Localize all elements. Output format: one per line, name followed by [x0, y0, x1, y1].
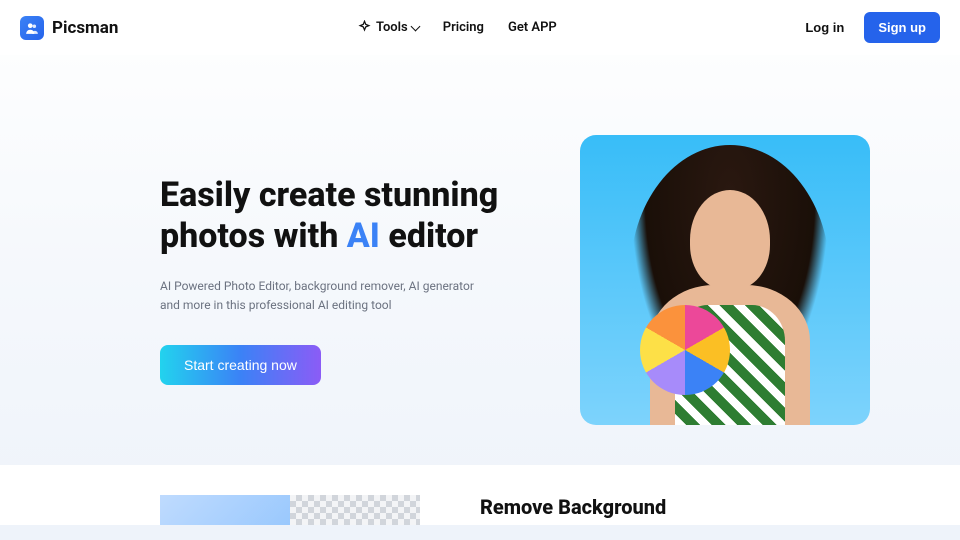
nav-tools-label: Tools [376, 20, 408, 35]
hero-copy: Easily create stunning photos with AI ed… [160, 175, 520, 385]
hero-image [580, 135, 870, 425]
chevron-down-icon [410, 21, 420, 31]
nav-pricing[interactable]: Pricing [443, 20, 484, 35]
nav-tools[interactable]: Tools [357, 20, 419, 35]
thumbnail-transparent [290, 495, 420, 525]
brand-logo[interactable]: Picsman [20, 16, 118, 40]
auth-buttons: Log in Sign up [795, 12, 940, 43]
feature-title: Remove Background [480, 495, 666, 519]
start-creating-button[interactable]: Start creating now [160, 345, 321, 385]
sparkle-icon [357, 20, 372, 35]
logo-icon [20, 16, 44, 40]
feature-section: Remove Background [0, 465, 960, 525]
hero-headline: Easily create stunning photos with AI ed… [160, 175, 520, 257]
brand-name: Picsman [52, 18, 118, 38]
hero-section: Easily create stunning photos with AI ed… [0, 55, 960, 465]
nav-getapp[interactable]: Get APP [508, 20, 557, 35]
main-nav: Tools Pricing Get APP [357, 20, 557, 35]
feature-thumbnail [160, 495, 420, 525]
signup-button[interactable]: Sign up [864, 12, 940, 43]
login-button[interactable]: Log in [795, 14, 854, 41]
thumbnail-before [160, 495, 290, 525]
site-header: Picsman Tools Pricing Get APP Log in Sig… [0, 0, 960, 55]
hero-subtext: AI Powered Photo Editor, background remo… [160, 277, 480, 315]
